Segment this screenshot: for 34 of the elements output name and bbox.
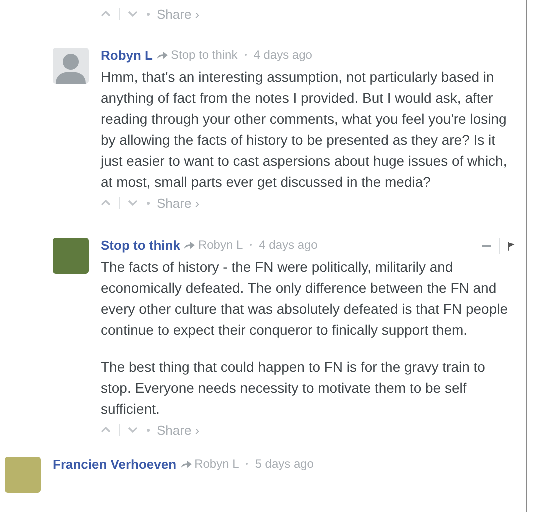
timestamp[interactable]: 4 days ago xyxy=(259,238,318,252)
reply-to-name[interactable]: Robyn L xyxy=(198,238,244,252)
upvote-icon[interactable] xyxy=(101,11,111,17)
dot-separator xyxy=(250,244,252,246)
arrow-icon xyxy=(180,460,192,468)
timestamp[interactable]: 5 days ago xyxy=(255,457,314,471)
comment-text: Hmm, that's an interesting assumption, not particularly based in anything of fact from the notes I provided. But I would ask, after reading through your other comments, what you feel you're losing by allowing the facts of history to be presented as they are? Is it just easier to want to cast aspersions about huge issues of which, at most, small parts ever get discussed in the media? xyxy=(101,68,508,192)
share-link[interactable]: Share › xyxy=(157,196,200,210)
dot-separator xyxy=(147,12,150,16)
author-name[interactable]: Robyn L xyxy=(101,48,153,62)
arrow-icon xyxy=(157,50,168,60)
default-avatar[interactable] xyxy=(53,48,89,84)
share-link[interactable]: Share › xyxy=(157,422,200,438)
downvote-icon[interactable] xyxy=(128,427,138,433)
photo-placeholder[interactable] xyxy=(5,457,41,493)
dot-separator xyxy=(244,54,247,56)
arrow-icon xyxy=(184,240,196,250)
dot-separator xyxy=(147,202,150,204)
dot-separator xyxy=(147,428,150,432)
reply-to-name[interactable]: Robyn L xyxy=(194,457,240,471)
photo-placeholder[interactable] xyxy=(53,238,89,274)
timestamp[interactable]: 4 days ago xyxy=(254,48,312,62)
author-name[interactable]: Stop to think xyxy=(101,238,180,252)
downvote-icon[interactable] xyxy=(128,200,138,206)
reply-to-name[interactable]: Stop to think xyxy=(171,48,238,62)
share-link[interactable]: Share › xyxy=(157,6,200,22)
comment-text: The best thing that could happen to FN is for the gravy train to stop. Everyone needs necessity to motivate them to be self sufficient. xyxy=(101,358,486,419)
upvote-icon[interactable] xyxy=(101,427,111,433)
downvote-icon[interactable] xyxy=(128,11,138,17)
author-name[interactable]: Francien Verhoeven xyxy=(53,456,177,472)
comment-text: The facts of history - the FN were politically, militarily and economically defeated. The only difference between the FN and every other culture that was absolutely defeated is that FN people continue to expect their conqueror to finically support them. xyxy=(101,258,510,340)
upvote-icon[interactable] xyxy=(101,200,111,206)
dot-separator xyxy=(246,463,248,465)
flag-icon[interactable] xyxy=(508,242,515,250)
